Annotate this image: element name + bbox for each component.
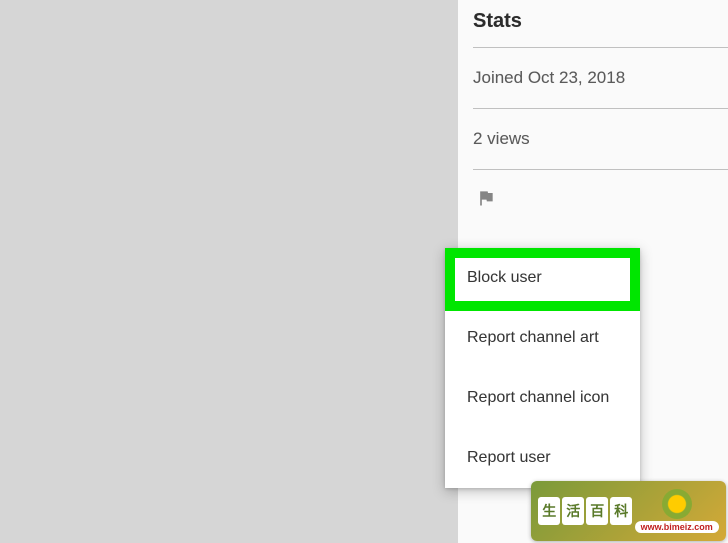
watermark-url: www.bimeiz.com xyxy=(635,521,719,533)
flag-row xyxy=(458,170,728,231)
joined-date: Joined Oct 23, 2018 xyxy=(458,48,728,108)
watermark: 生 活 百 科 www.bimeiz.com xyxy=(531,481,726,541)
menu-item-block-user[interactable]: Block user xyxy=(445,248,640,308)
flag-dropdown-menu: Block user Report channel art Report cha… xyxy=(445,248,640,488)
watermark-char: 活 xyxy=(562,497,584,525)
watermark-char: 科 xyxy=(610,497,632,525)
watermark-char: 百 xyxy=(586,497,608,525)
watermark-char: 生 xyxy=(538,497,560,525)
menu-item-report-channel-art[interactable]: Report channel art xyxy=(445,308,640,368)
watermark-right: www.bimeiz.com xyxy=(635,489,719,533)
flag-icon[interactable] xyxy=(476,195,496,212)
watermark-chars: 生 活 百 科 xyxy=(538,497,632,525)
menu-item-report-user[interactable]: Report user xyxy=(445,428,640,488)
watermark-logo-icon xyxy=(662,489,692,519)
menu-item-report-channel-icon[interactable]: Report channel icon xyxy=(445,368,640,428)
stats-heading: Stats xyxy=(458,0,728,47)
view-count: 2 views xyxy=(458,109,728,169)
